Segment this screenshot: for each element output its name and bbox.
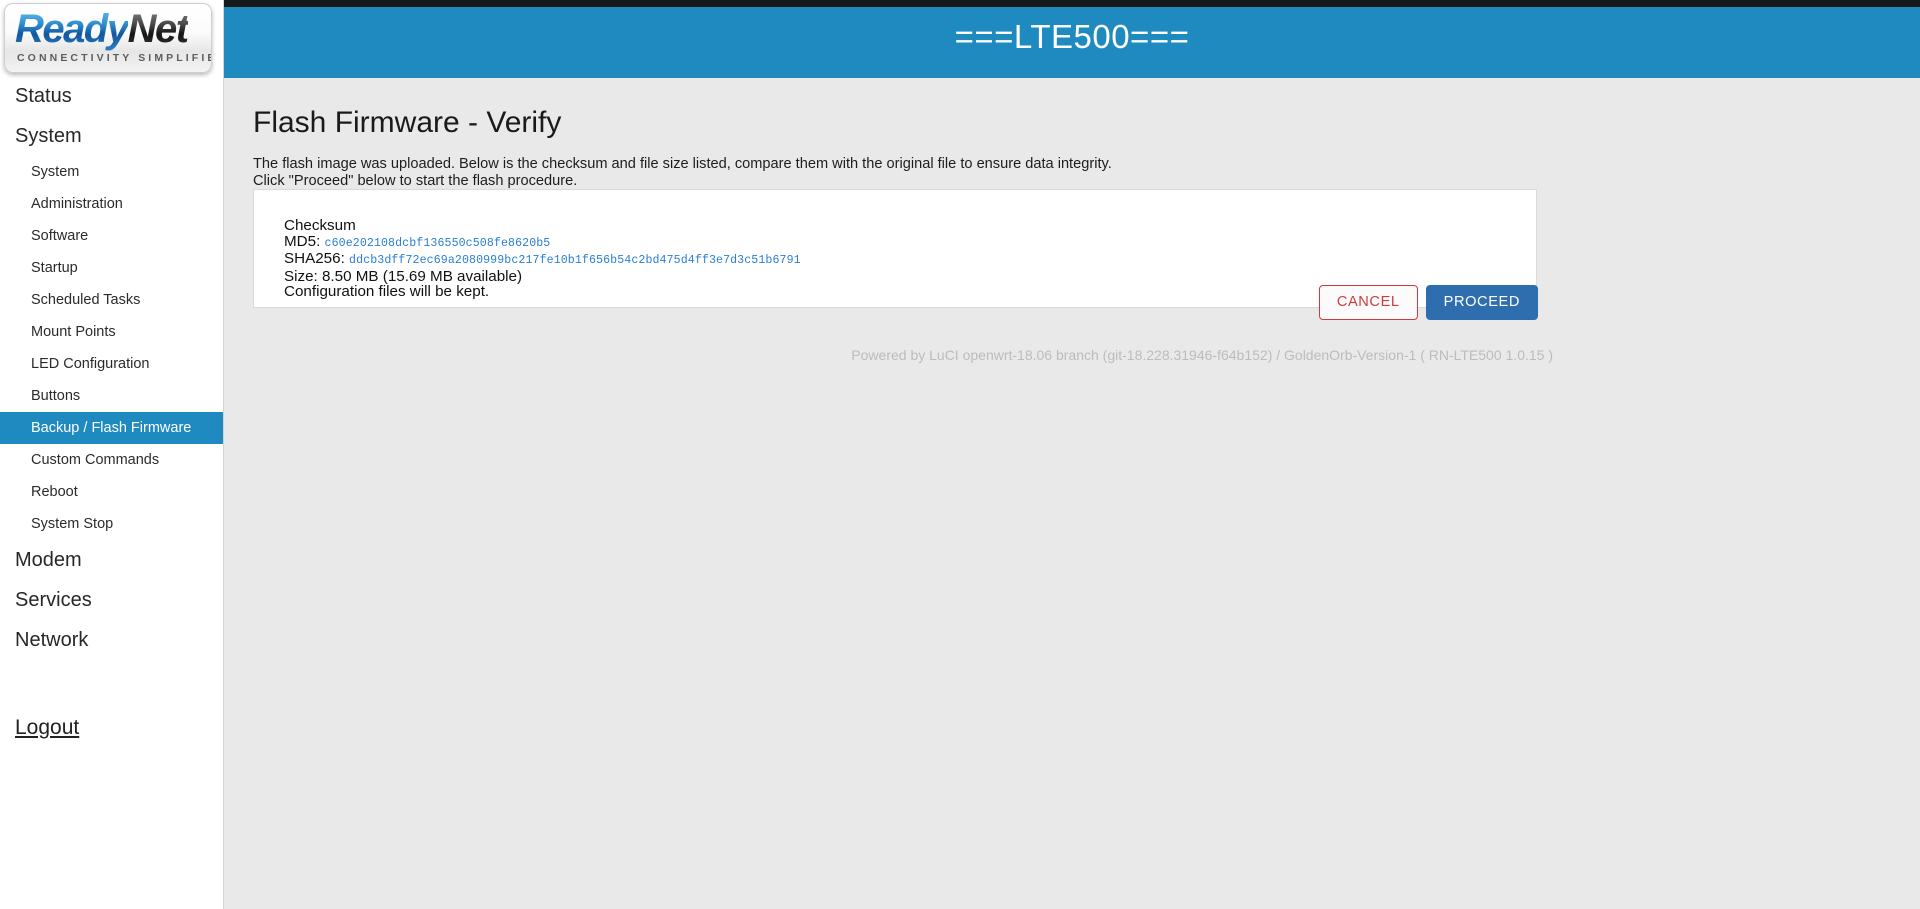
sha256-value: ddcb3dff72ec69a2080999bc217fe10b1f656b54… xyxy=(349,254,801,268)
page-description-line-2: Click "Proceed" below to start the flash… xyxy=(253,172,578,189)
sha256-row: SHA256: ddcb3dff72ec69a2080999bc217fe10b… xyxy=(284,251,801,269)
sidebar-item-network[interactable]: Network xyxy=(0,620,223,660)
page-description: The flash image was uploaded. Below is t… xyxy=(253,156,1112,189)
logout-link[interactable]: Logout xyxy=(15,716,79,740)
sidebar-subitem-scheduled-tasks[interactable]: Scheduled Tasks xyxy=(0,284,223,316)
sidebar-menu: Status System System Administration Soft… xyxy=(0,76,223,660)
sidebar-subitem-custom-commands[interactable]: Custom Commands xyxy=(0,444,223,476)
sidebar-subitem-software[interactable]: Software xyxy=(0,220,223,252)
logo-tagline: CONNECTIVITY SIMPLIFIED xyxy=(17,52,212,64)
action-button-row: CANCEL PROCEED xyxy=(224,285,1538,320)
md5-row: MD5: c60e202108dcbf136550c508fe8620b5 xyxy=(284,232,801,252)
sha256-label: SHA256: xyxy=(284,250,345,268)
app-header: ===LTE500=== xyxy=(224,7,1920,78)
page-header-title: ===LTE500=== xyxy=(954,18,1190,55)
sidebar-subitem-administration[interactable]: Administration xyxy=(0,188,223,220)
sidebar-subitem-system-stop[interactable]: System Stop xyxy=(0,508,223,540)
logo-text-ready: Ready xyxy=(15,7,129,51)
main-content: Flash Firmware - Verify The flash image … xyxy=(224,78,1920,909)
page-title: Flash Firmware - Verify xyxy=(253,106,562,139)
sidebar-item-modem[interactable]: Modem xyxy=(0,540,223,580)
logo-wordmark: ReadyNet xyxy=(15,5,189,53)
sidebar-item-system[interactable]: System xyxy=(0,116,223,156)
sidebar-item-services[interactable]: Services xyxy=(0,580,223,620)
footer-version-text: Powered by LuCI openwrt-18.06 branch (gi… xyxy=(851,347,1553,363)
checksum-heading: Checksum xyxy=(284,217,356,234)
md5-value: c60e202108dcbf136550c508fe8620b5 xyxy=(324,236,551,250)
window-top-strip xyxy=(0,0,1920,7)
sidebar-subitem-mount-points[interactable]: Mount Points xyxy=(0,316,223,348)
sidebar-subitem-led-configuration[interactable]: LED Configuration xyxy=(0,348,223,380)
md5-label: MD5: xyxy=(284,232,321,250)
sidebar-subitem-reboot[interactable]: Reboot xyxy=(0,476,223,508)
sidebar: ReadyNet CONNECTIVITY SIMPLIFIED Status … xyxy=(0,0,224,909)
sidebar-subitem-backup-flash-firmware[interactable]: Backup / Flash Firmware xyxy=(0,412,223,444)
sidebar-subitem-system[interactable]: System xyxy=(0,156,223,188)
cancel-button[interactable]: CANCEL xyxy=(1318,285,1418,320)
logo-text-net: Net xyxy=(127,7,189,51)
proceed-button[interactable]: PROCEED xyxy=(1425,285,1538,320)
page-description-line-1: The flash image was uploaded. Below is t… xyxy=(253,156,1112,172)
sidebar-subitem-buttons[interactable]: Buttons xyxy=(0,380,223,412)
sidebar-item-status[interactable]: Status xyxy=(0,76,223,116)
size-row: Size: 8.50 MB (15.69 MB available) xyxy=(284,267,523,285)
brand-logo[interactable]: ReadyNet CONNECTIVITY SIMPLIFIED xyxy=(4,3,212,73)
sidebar-subitem-startup[interactable]: Startup xyxy=(0,252,223,284)
